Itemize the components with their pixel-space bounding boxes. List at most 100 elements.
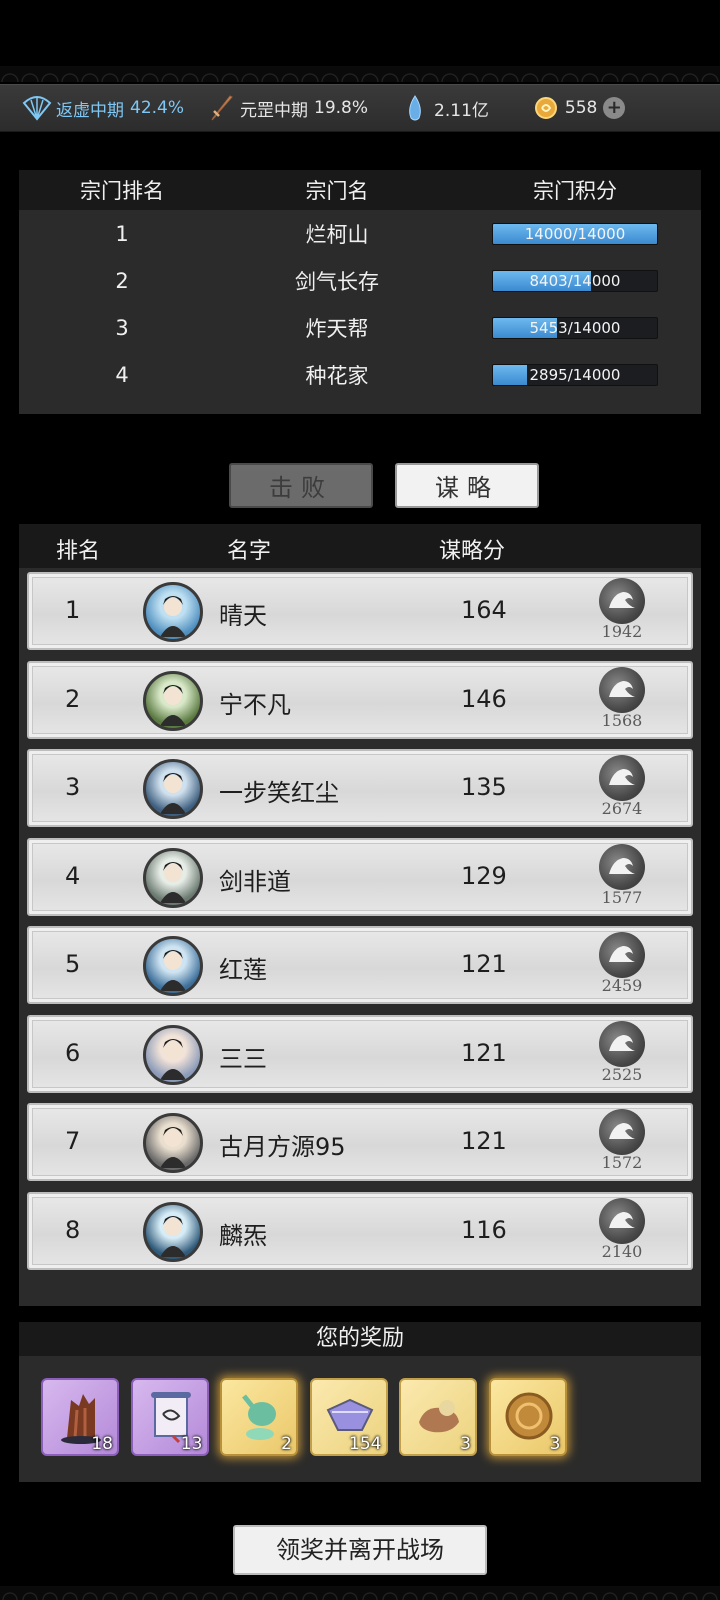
player-strategy-score: 121	[461, 1038, 507, 1067]
player-avatar[interactable]	[143, 670, 203, 731]
player-strategy-score: 121	[461, 1127, 507, 1155]
player-combat-power: 2459	[601, 976, 643, 995]
combat-power-icon	[599, 1197, 645, 1244]
reward-panel: 您的奖励 18 13 2 154 3 3	[19, 1322, 701, 1482]
coin-icon	[531, 93, 561, 123]
reward-item[interactable]: 2	[220, 1378, 298, 1456]
sect-name: 烂柯山	[305, 222, 369, 247]
header-name: 名字	[227, 539, 272, 564]
player-rank: 5	[65, 950, 81, 978]
player-ranking-panel: 排名 名字 谋略分 1 晴天 164 1942 2 宁不凡 146 1568 3 一步笑红尘 135…	[19, 524, 701, 1306]
player-rank: 4	[65, 861, 81, 890]
sect-row: 3 炸天帮 5453/14000	[19, 304, 701, 351]
ranking-row[interactable]: 8 麟炁 116 2140	[27, 1191, 693, 1270]
sect-name: 种花家	[305, 363, 369, 388]
ranking-row[interactable]: 4 剑非道 129 1577	[27, 837, 693, 916]
sect-name: 剑气长存	[295, 269, 379, 294]
reward-item[interactable]: 13	[130, 1378, 209, 1456]
tab-strategy[interactable]: 谋略	[395, 463, 539, 508]
player-name: 晴天	[219, 602, 267, 630]
player-combat-power: 2525	[601, 1064, 643, 1084]
ranking-row[interactable]: 2 宁不凡 146 1568	[27, 660, 693, 739]
player-name: 古月方源95	[219, 1133, 346, 1161]
sect-score-cell: 5453/14000	[449, 316, 701, 339]
player-strategy-score: 116	[461, 1215, 507, 1244]
reward-item[interactable]: 3	[399, 1378, 477, 1456]
sect-score-bar: 5453/14000	[492, 316, 658, 339]
sect-score-cell: 14000/14000	[449, 222, 701, 245]
coin-stat[interactable]: 558 +	[531, 93, 626, 123]
player-avatar[interactable]	[143, 1201, 203, 1262]
sect-name: 炸天帮	[305, 316, 369, 341]
crystal-stat[interactable]: 2.11亿	[400, 93, 489, 123]
tab-defeat[interactable]: 击败	[229, 463, 373, 508]
header-rank: 排名	[56, 539, 101, 564]
player-combat-power: 1572	[601, 1153, 643, 1172]
reward-count: 154	[349, 1434, 382, 1454]
player-avatar[interactable]	[143, 847, 203, 908]
player-strategy-score: 135	[461, 773, 507, 801]
player-combat-power: 1942	[601, 622, 643, 641]
ranking-row[interactable]: 5 红莲 121 2459	[27, 926, 693, 1004]
player-name: 一步笑红尘	[219, 779, 339, 807]
combat-power-icon	[599, 666, 645, 713]
player-name: 红莲	[219, 956, 267, 984]
combat-power-icon	[599, 578, 645, 624]
player-name: 三三	[219, 1044, 267, 1073]
realm-label: 返虚中期	[56, 100, 124, 121]
sect-row: 1 烂柯山 14000/14000	[19, 210, 701, 257]
ranking-row[interactable]: 3 一步笑红尘 135 2674	[27, 749, 693, 827]
player-avatar[interactable]	[143, 582, 203, 642]
sect-score-text: 2895/14000	[529, 365, 621, 384]
add-coin-button[interactable]: +	[603, 97, 626, 119]
player-avatar[interactable]	[143, 936, 203, 996]
player-avatar[interactable]	[143, 1113, 203, 1173]
player-rank: 2	[65, 684, 81, 713]
reward-count: 18	[91, 1434, 113, 1454]
player-name: 剑非道	[219, 867, 291, 896]
reward-item[interactable]: 154	[309, 1378, 388, 1456]
player-name: 麟炁	[219, 1221, 267, 1250]
sect-score-bar: 14000/14000	[492, 222, 658, 245]
reward-item[interactable]: 3	[488, 1378, 567, 1456]
player-avatar[interactable]	[143, 1024, 203, 1085]
combat-power-icon	[599, 755, 645, 801]
player-name: 宁不凡	[219, 690, 291, 719]
sect-table-header: 宗门排名 宗门名 宗门积分	[19, 170, 701, 210]
sect-score-cell: 2895/14000	[449, 363, 701, 386]
header-sect-score: 宗门积分	[533, 179, 617, 203]
dragon-disc-icon	[501, 1388, 557, 1444]
sect-score-bar: 8403/14000	[492, 269, 658, 292]
coin-value: 558	[564, 98, 598, 118]
player-combat-power: 1577	[601, 887, 643, 907]
reward-item[interactable]: 18	[41, 1378, 119, 1456]
ranking-row[interactable]: 6 三三 121 2525	[27, 1014, 693, 1093]
player-rank: 6	[65, 1038, 81, 1067]
player-rank: 3	[65, 773, 81, 801]
player-combat-power: 2674	[601, 799, 643, 818]
sect-rank: 4	[115, 362, 129, 387]
sect-score-text: 5453/14000	[529, 318, 621, 337]
body-stat[interactable]: 元罡中期 19.8%	[206, 93, 368, 123]
claim-and-leave-button[interactable]: 领奖并离开战场	[233, 1525, 487, 1575]
crystal-value: 2.11亿	[434, 100, 489, 121]
combat-power-icon	[599, 1109, 645, 1155]
player-avatar[interactable]	[143, 759, 203, 819]
ranking-row[interactable]: 7 古月方源95 121 1572	[27, 1103, 693, 1181]
status-bar: 返虚中期 42.4% 元罡中期 19.8% 2.11亿 558 +	[0, 84, 720, 132]
reward-title: 您的奖励	[19, 1322, 701, 1356]
realm-stat[interactable]: 返虚中期 42.4%	[22, 93, 184, 123]
combat-power-icon	[599, 843, 645, 890]
realm-value: 42.4%	[130, 98, 185, 118]
decorative-wave-border	[0, 66, 720, 82]
ranking-header: 排名 名字 谋略分	[19, 524, 701, 568]
body-value: 19.8%	[314, 98, 369, 118]
reward-count: 2	[281, 1434, 292, 1454]
player-strategy-score: 146	[461, 684, 507, 713]
sect-score-cell: 8403/14000	[449, 269, 701, 292]
header-sect-name: 宗门名	[305, 179, 369, 203]
header-score: 谋略分	[439, 539, 506, 564]
fan-icon	[22, 93, 52, 123]
ranking-row[interactable]: 1 晴天 164 1942	[27, 572, 693, 650]
spirit-crystal-icon	[400, 93, 430, 123]
